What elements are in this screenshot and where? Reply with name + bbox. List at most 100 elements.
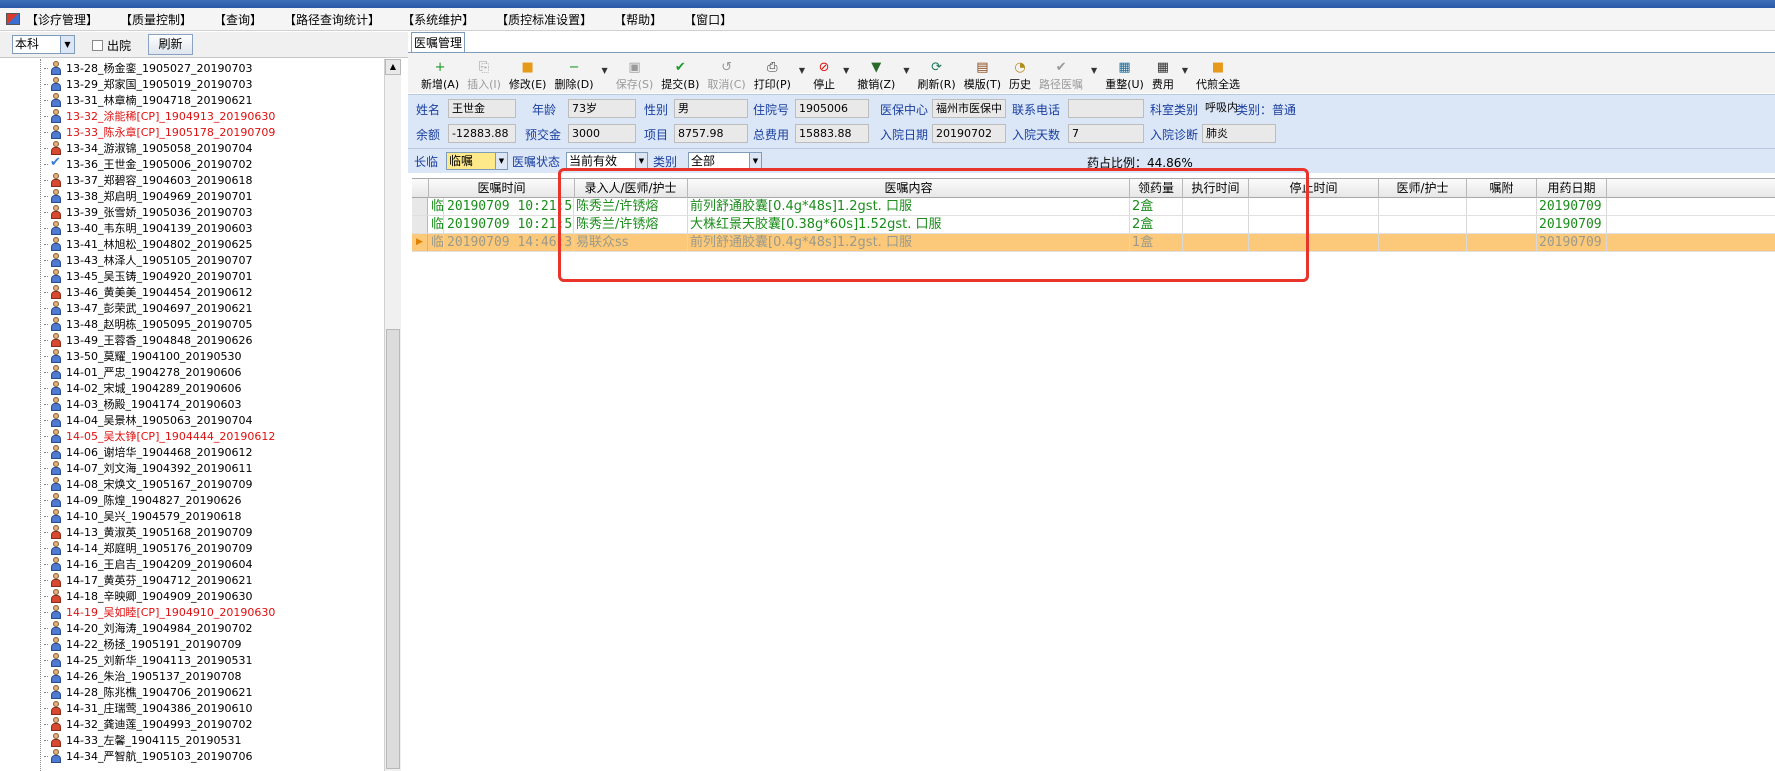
patient-item[interactable]: 13-31_林章楠_1904718_20190621 [44,92,252,108]
toolbar-button-decoct[interactable]: ■ 代煎全选 [1196,55,1240,93]
patient-item[interactable]: 13-32_涂能稀[CP]_1904913_20190630 [44,108,275,124]
patient-item[interactable]: 14-03_杨殿_1904174_20190603 [44,396,241,412]
column-header[interactable]: 医师/护士 [1379,179,1467,198]
tree-branch [44,435,48,437]
patient-item[interactable]: 14-17_黄英芬_1904712_20190621 [44,572,252,588]
patient-item[interactable]: 14-01_严忠_1904278_20190606 [44,364,241,380]
dropdown-arrow-icon[interactable]: ▼ [799,66,805,75]
chevron-down-icon[interactable]: ▼ [495,153,507,169]
toolbar-button-stop[interactable]: ⊘ 停止 [813,55,835,93]
menu-window[interactable]: 【窗口】 [684,11,732,28]
order-type-select[interactable]: 临嘱 ▼ [446,152,508,170]
toolbar-button-delete[interactable]: − 删除(D) [554,55,593,93]
patient-item[interactable]: 14-09_陈煌_1904827_20190626 [44,492,241,508]
patient-item[interactable]: 14-06_谢培华_1904468_20190612 [44,444,252,460]
chevron-down-icon[interactable]: ▼ [635,153,647,169]
row-header[interactable] [412,198,428,215]
chevron-down-icon[interactable]: ▼ [749,153,761,169]
patient-item[interactable]: 14-04_吴景林_1905063_20190704 [44,412,252,428]
menu-diagnosis[interactable]: 【诊疗管理】 [26,11,98,28]
patient-item[interactable]: 14-32_龚迪莲_1904993_20190702 [44,716,252,732]
patient-item[interactable]: 14-20_刘海涛_1904984_20190702 [44,620,252,636]
patient-item[interactable]: 13-47_彭荣武_1904697_20190621 [44,300,252,316]
dropdown-arrow-icon[interactable]: ▼ [1182,66,1188,75]
toolbar-button-reorganize[interactable]: ▦ 重整(U) [1105,55,1144,93]
patient-item[interactable]: 14-07_刘文海_1904392_20190611 [44,460,252,476]
toolbar-button-print[interactable]: ⎙ 打印(P) [754,55,791,93]
menu-qc-standards[interactable]: 【质控标准设置】 [496,11,592,28]
toolbar-button-refresh[interactable]: ⟳ 刷新(R) [918,55,956,93]
column-header[interactable]: 用药日期 [1537,179,1607,198]
menu-quality[interactable]: 【质量控制】 [120,11,192,28]
patient-item[interactable]: 13-46_黄美美_1904454_20190612 [44,284,252,300]
department-select[interactable]: 本科 ▼ [12,35,75,54]
toolbar-button-undo[interactable]: ▼ 撤销(Z) [857,55,895,93]
patient-item[interactable]: 14-18_辛映卿_1904909_20190630 [44,588,252,604]
toolbar-button-cancel[interactable]: ↺ 取消(C) [707,55,745,93]
menu-help[interactable]: 【帮助】 [614,11,662,28]
discharged-checkbox[interactable]: 出院 [92,37,131,54]
patient-item[interactable]: 13-43_林泽人_1905105_20190707 [44,252,252,268]
tab-order-management[interactable]: 医嘱管理 [411,32,465,53]
patient-item[interactable]: 14-33_左馨_1904115_20190531 [44,732,241,748]
dropdown-arrow-icon[interactable]: ▼ [1091,66,1097,75]
chevron-down-icon[interactable]: ▼ [60,36,74,53]
patient-item[interactable]: 13-49_王蓉香_1904848_20190626 [44,332,252,348]
toolbar-button-insert[interactable]: ⎘ 插入(I) [467,55,501,93]
patient-item[interactable]: 13-28_杨金銮_1905027_20190703 [44,60,252,76]
patient-item[interactable]: 14-10_吴兴_1904579_20190618 [44,508,241,524]
tree-branch [44,83,48,85]
patient-item[interactable]: 14-34_严智航_1905103_20190706 [44,748,252,764]
refresh-patients-button[interactable]: 刷新 [148,34,193,55]
patient-item[interactable]: 14-05_吴太铮[CP]_1904444_20190612 [44,428,275,444]
toolbar-button-path-order[interactable]: ✔ 路径医嘱 [1039,55,1083,93]
patient-item[interactable]: 14-19_吴如睦[CP]_1904910_20190630 [44,604,275,620]
patient-item[interactable]: 13-29_郑家国_1905019_20190703 [44,76,252,92]
column-header[interactable]: 嘱附 [1467,179,1537,198]
patient-list-scrollbar[interactable]: ▲ [384,59,401,771]
patient-item[interactable]: 13-39_张雪娇_1905036_20190703 [44,204,252,220]
scrollbar-thumb[interactable] [386,329,400,769]
patient-item[interactable]: 13-40_韦东明_1904139_20190603 [44,220,252,236]
toolbar-button-plus[interactable]: + 新增(A) [421,55,459,93]
menu-path-stats[interactable]: 【路径查询统计】 [284,11,380,28]
toolbar-button-save[interactable]: ▣ 保存(S) [616,55,654,93]
toolbar-button-edit[interactable]: ■ 修改(E) [509,55,547,93]
patient-item[interactable]: 13-45_吴玉铸_1904920_20190701 [44,268,252,284]
patient-item[interactable]: 14-02_宋城_1904289_20190606 [44,380,241,396]
row-header[interactable] [412,216,428,233]
patient-item[interactable]: 14-08_宋焕文_1905167_20190709 [44,476,252,492]
patient-item[interactable]: 14-22_杨拯_1905191_20190709 [44,636,241,652]
checkbox-box[interactable] [92,40,103,51]
patient-item[interactable]: 13-48_赵明栋_1905095_20190705 [44,316,252,332]
menu-maintenance[interactable]: 【系统维护】 [402,11,474,28]
patient-item[interactable]: 13-37_郑碧容_1904603_20190618 [44,172,252,188]
row-pointer-icon[interactable]: ▶ [412,234,428,251]
dropdown-arrow-icon[interactable]: ▼ [602,66,608,75]
patient-item[interactable]: 14-25_刘新华_1904113_20190531 [44,652,252,668]
patient-item[interactable]: 14-13_黄淑英_1905168_20190709 [44,524,252,540]
patient-male-icon [49,237,63,251]
patient-item[interactable]: 14-31_庄瑞莺_1904386_20190610 [44,700,252,716]
patient-item[interactable]: 13-38_郑启明_1904969_20190701 [44,188,252,204]
patient-item[interactable]: 13-41_林旭松_1904802_20190625 [44,236,252,252]
patient-item[interactable]: 13-36_王世金_1905006_20190702 [44,155,252,172]
patient-item[interactable]: 14-16_王启吉_1904209_20190604 [44,556,252,572]
patient-label: 14-08_宋焕文_1905167_20190709 [66,478,253,491]
patient-item[interactable]: 13-33_陈永章[CP]_1905178_20190709 [44,124,275,140]
patient-item[interactable]: 14-14_郑庭明_1905176_20190709 [44,540,252,556]
patient-item[interactable]: 14-28_陈兆樵_1904706_20190621 [44,684,252,700]
toolbar-button-template[interactable]: ▤ 模版(T) [964,55,1001,93]
toolbar-button-history[interactable]: ◔ 历史 [1009,55,1031,93]
dropdown-arrow-icon[interactable]: ▼ [843,66,849,75]
toolbar-button-fee[interactable]: ▦ 费用 [1152,55,1174,93]
dropdown-arrow-icon[interactable]: ▼ [903,66,909,75]
patient-item[interactable]: 13-34_游淑锦_1905058_20190704 [44,140,252,156]
patient-item[interactable]: 13-50_莫耀_1904100_20190530 [44,348,241,364]
patient-male-icon [49,125,63,139]
toolbar-button-submit[interactable]: ✔ 提交(B) [661,55,699,93]
column-header[interactable]: 医嘱时间 [429,179,575,198]
patient-item[interactable]: 14-26_朱治_1905137_20190708 [44,668,241,684]
scroll-up-icon[interactable]: ▲ [385,59,401,75]
menu-query[interactable]: 【查询】 [214,11,262,28]
